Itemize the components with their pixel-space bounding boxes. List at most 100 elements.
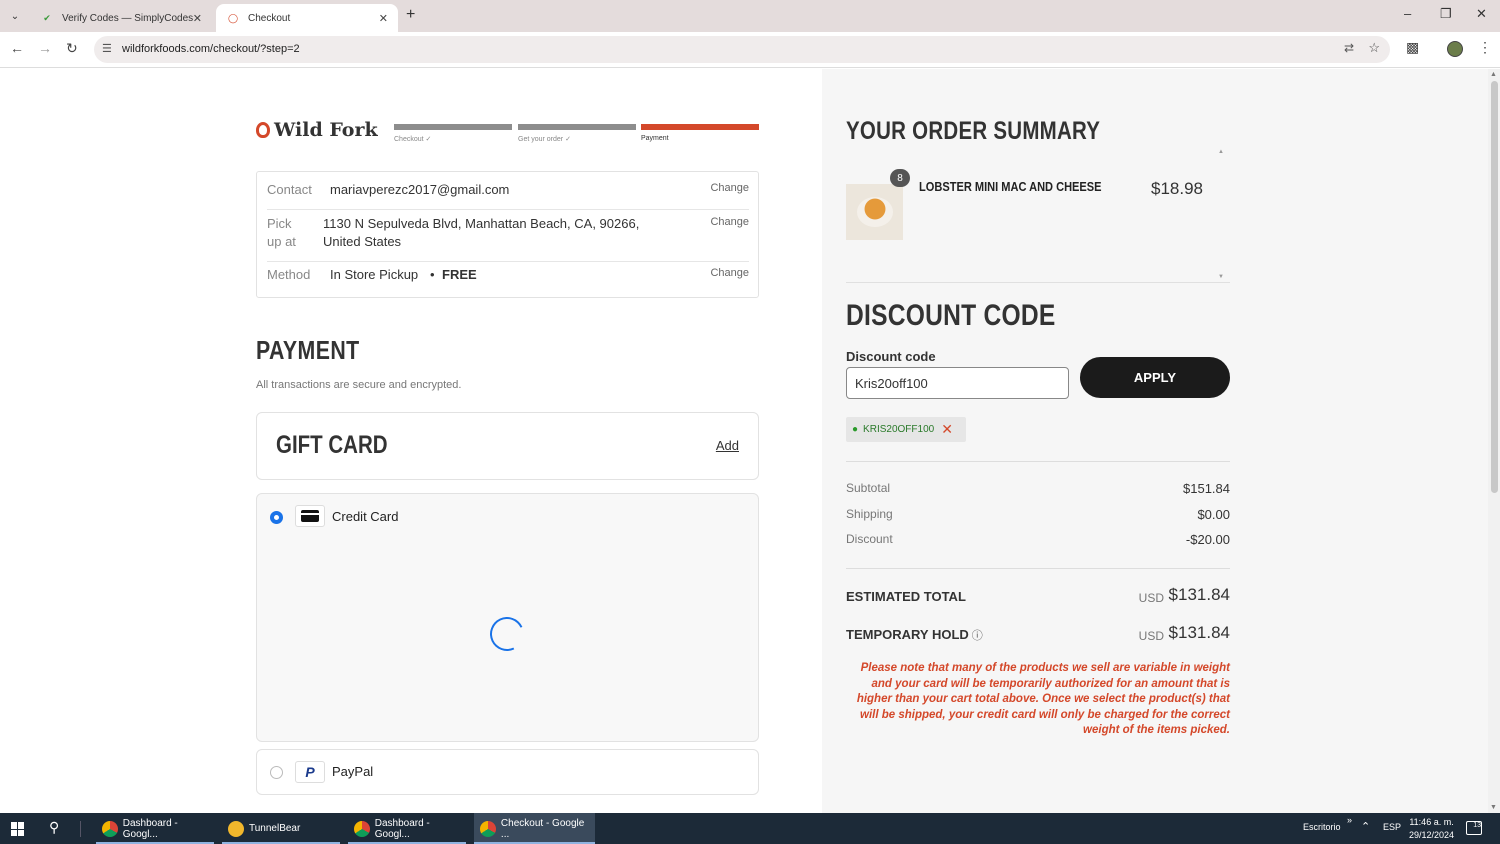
contact-value: mariavperezc2017@gmail.com [330,182,510,197]
summary-divider [846,461,1230,462]
toolbar-expand-icon[interactable]: » [1347,815,1352,825]
close-tab-icon[interactable]: ✕ [379,12,388,25]
product-name: LOBSTER MINI MAC AND CHEESE [919,179,1102,194]
info-icon[interactable]: ⓘ [972,630,983,642]
taskbar-item-label: Dashboard - Googl... [374,817,430,840]
site-info-icon[interactable]: ☰ [102,42,112,55]
taskbar-item-chrome[interactable]: Dashboard - Googl... [96,813,214,844]
translate-icon[interactable]: ⇄ [1344,41,1354,55]
list-scroll-down-icon[interactable]: ▼ [1218,274,1224,280]
tab-search-icon[interactable]: ⌄ [6,7,24,25]
paypal-radio[interactable] [270,766,283,779]
kebab-menu-icon[interactable]: ⋮ [1478,39,1492,56]
pickup-address: 1130 N Sepulveda Blvd, Manhattan Beach, … [323,216,640,231]
change-pickup-link[interactable]: Change [710,216,749,228]
desktop-toolbar[interactable]: Escritorio [1303,822,1341,832]
discount-code-input[interactable] [846,367,1069,399]
method-row: Method In Store Pickup • FREE Change [267,267,749,287]
taskbar-clock[interactable]: 11:46 a. m. 29/12/2024 [1409,816,1454,842]
scrollbar-thumb[interactable] [1491,81,1498,493]
remove-discount-icon[interactable]: ✕ [941,421,953,438]
checkout-main: Wild Fork Checkout ✓ Get your order ✓ Pa… [0,69,822,813]
payment-heading: PAYMENT [256,335,360,365]
estimated-total-row: ESTIMATED TOTAL USD $131.84 [846,585,1230,609]
profile-avatar[interactable] [1447,41,1463,57]
method-bullet: • [430,267,435,282]
taskbar-item-tunnelbear[interactable]: TunnelBear [222,813,340,844]
loading-spinner-icon [485,612,529,656]
scroll-up-icon[interactable]: ▲ [1490,71,1497,78]
brand-name: Wild Fork [274,119,378,141]
reload-icon[interactable]: ↻ [66,40,78,57]
new-tab-icon[interactable]: + [406,6,415,24]
change-method-link[interactable]: Change [710,267,749,279]
weight-authorization-note: Please note that many of the products we… [856,662,1230,736]
clock-date: 29/12/2024 [1409,830,1455,840]
contact-label: Contact [267,182,312,197]
credit-card-radio[interactable] [270,511,283,524]
tab-verify-codes[interactable]: ✔ Verify Codes — SimplyCodes ✕ [30,4,212,32]
scroll-down-icon[interactable]: ▼ [1490,804,1497,811]
simplycodes-favicon-icon: ✔ [43,12,51,23]
estimated-total-value: $131.84 [1168,585,1230,604]
logo-mark-icon [256,122,270,138]
quantity-badge: 8 [890,169,910,187]
url-text[interactable]: wildforkfoods.com/checkout/?step=2 [122,43,300,55]
apply-button[interactable]: APPLY [1080,357,1230,398]
estimated-total-label: ESTIMATED TOTAL [846,589,966,604]
wild-fork-logo[interactable]: Wild Fork [256,119,378,141]
address-bar[interactable]: ☰ wildforkfoods.com/checkout/?step=2 ⇄ ☆ [94,36,1390,63]
tag-icon: ● [852,424,859,435]
list-scroll-up-icon[interactable]: ▲ [1218,149,1224,155]
credit-card-option[interactable]: Credit Card [256,493,759,742]
discount-row: Discount -$20.00 [846,532,1230,550]
step-get-order[interactable]: Get your order ✓ [518,124,636,143]
minimize-icon[interactable]: – [1404,6,1411,21]
forward-icon[interactable]: → [38,40,52,56]
summary-divider [846,568,1230,569]
back-icon[interactable]: ← [10,40,24,56]
change-contact-link[interactable]: Change [710,182,749,194]
taskbar-item-chrome-checkout[interactable]: Checkout - Google ... [474,813,595,844]
discount-value: -$20.00 [1185,532,1230,547]
paypal-option[interactable]: P PayPal [256,749,759,795]
paypal-label: PayPal [332,764,374,779]
discount-label: Discount code [846,349,936,364]
windows-start-icon[interactable] [11,822,25,836]
notification-count: 13 [1473,822,1481,829]
temporary-hold-row: TEMPORARY HOLD ⓘ USD $131.84 [846,623,1230,647]
input-language[interactable]: ESP [1383,822,1401,832]
step-label: Checkout ✓ [394,136,432,143]
tab-checkout[interactable]: ◯ Checkout ✕ [216,4,398,32]
step-bar [394,124,512,130]
step-checkout[interactable]: Checkout ✓ [394,124,512,143]
close-window-icon[interactable]: ✕ [1476,6,1487,22]
restore-icon[interactable]: ❐ [1440,6,1452,22]
gift-card-section: GIFT CARD Add [256,412,759,480]
subtotal-value: $151.84 [1183,481,1230,496]
star-icon[interactable]: ☆ [1368,40,1380,56]
hold-currency: USD [1138,629,1164,643]
method-value: In Store Pickup [330,267,419,282]
windows-taskbar: ⚲ Dashboard - Googl... TunnelBear Dashbo… [0,813,1500,844]
order-items-list: ▲ 8 LOBSTER MINI MAC AND CHEESE $18.98 ▼ [846,149,1230,283]
tunnelbear-icon [228,820,244,837]
discount-row-label: Discount [846,532,893,546]
browser-toolbar: ← → ↻ ☰ wildforkfoods.com/checkout/?step… [0,32,1500,68]
gift-card-add-link[interactable]: Add [716,438,739,453]
show-hidden-icons-icon[interactable]: ⌃ [1361,820,1370,833]
step-bar [641,124,759,130]
order-info-box: Contact mariavperezc2017@gmail.com Chang… [256,171,759,298]
taskbar-item-chrome[interactable]: Dashboard - Googl... [348,813,466,844]
method-label: Method [267,267,311,282]
page-scrollbar[interactable]: ▲ ▼ [1488,69,1500,813]
search-icon[interactable]: ⚲ [49,819,59,836]
close-tab-icon[interactable]: ✕ [193,12,202,25]
pickup-label: Pick [267,216,292,231]
credit-card-label: Credit Card [332,509,399,524]
shipping-value: $0.00 [1197,507,1230,522]
browser-tab-bar: ⌄ ✔ Verify Codes — SimplyCodes ✕ ◯ Check… [0,0,1500,32]
notifications-icon[interactable]: 13 [1466,821,1482,835]
shipping-label: Shipping [846,507,893,521]
extensions-icon[interactable]: ▩ [1406,39,1419,56]
